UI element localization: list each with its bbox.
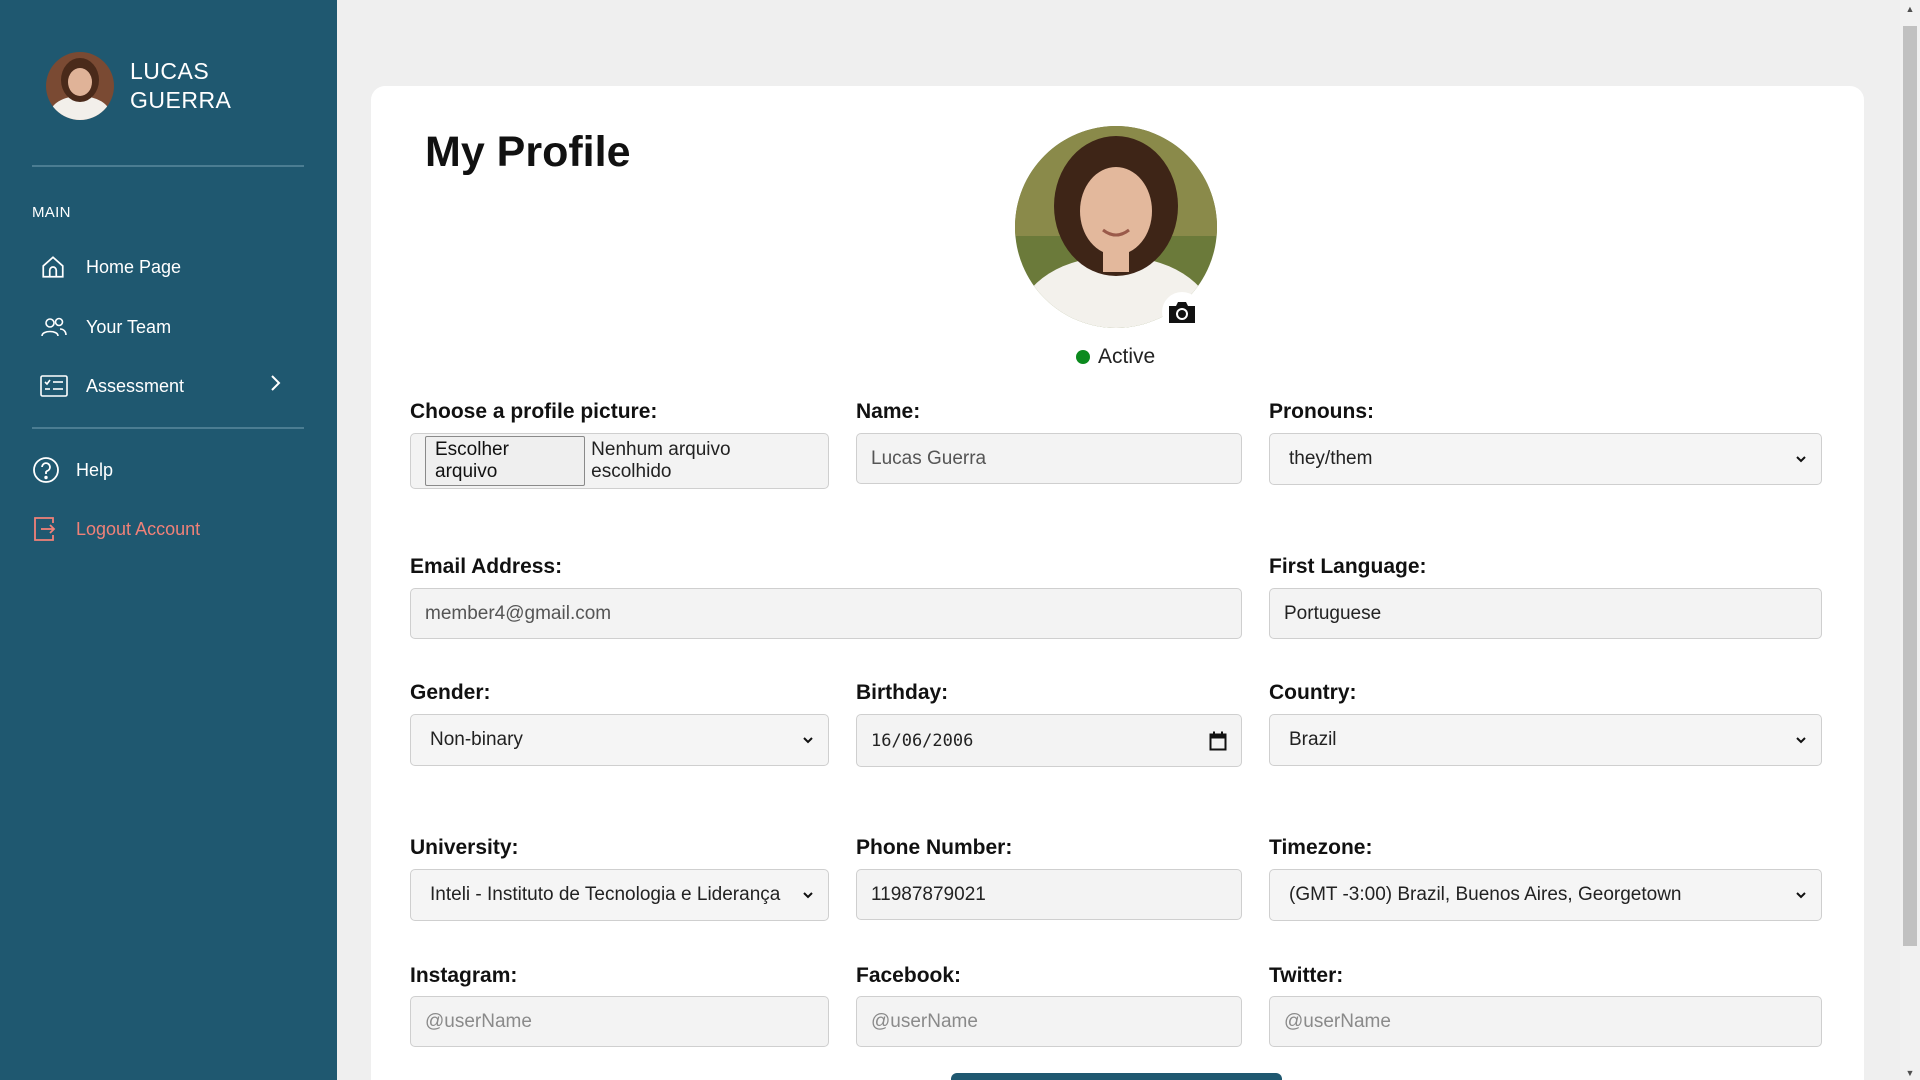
chevron-down-icon [803,892,813,899]
birthday-label: Birthday: [856,681,949,704]
status-text: Active [1098,345,1156,368]
country-value: Brazil [1289,729,1337,750]
timezone-value: (GMT -3:00) Brazil, Buenos Aires, George… [1289,884,1682,905]
assessment-icon [40,372,72,400]
logout-label: Logout Account [76,518,201,539]
twitter-label: Twitter: [1269,964,1344,987]
instagram-label: Instagram: [410,964,518,987]
team-icon [40,313,72,341]
sidebar-item-label: Home Page [86,256,182,277]
sidebar-item-team[interactable]: Your Team [40,313,290,341]
university-label: University: [410,836,519,859]
sidebar-item-help[interactable]: Help [32,456,282,484]
camera-icon[interactable] [1162,292,1202,332]
logout-icon [32,515,64,543]
sidebar-item-label: Your Team [86,316,172,337]
timezone-select[interactable]: (GMT -3:00) Brazil, Buenos Aires, George… [1269,869,1822,921]
pronouns-select[interactable]: they/them [1269,433,1822,485]
pronouns-label: Pronouns: [1269,400,1374,423]
page-title: My Profile [425,128,631,176]
user-name: LUCAS GUERRA [130,58,232,113]
scrollbar[interactable]: ▲ ▼ [1900,0,1920,1080]
first-language-label: First Language: [1269,555,1427,578]
country-label: Country: [1269,681,1357,704]
phone-field[interactable]: 11987879021 [856,869,1242,920]
scroll-down-arrow-icon[interactable]: ▼ [1905,1068,1915,1078]
avatar [46,52,114,120]
sidebar-item-assessment[interactable]: Assessment [40,372,290,400]
gender-label: Gender: [410,681,491,704]
phone-label: Phone Number: [856,836,1013,859]
save-button[interactable] [951,1073,1282,1080]
user-block: LUCAS GUERRA [46,52,240,120]
facebook-field[interactable]: @userName [856,996,1242,1047]
sidebar-item-home[interactable]: Home Page [40,253,290,281]
facebook-label: Facebook: [856,964,962,987]
name-field[interactable]: Lucas Guerra [856,433,1242,484]
email-label: Email Address: [410,555,563,578]
chevron-right-icon [268,372,282,399]
gender-select[interactable]: Non-binary [410,714,829,766]
sidebar: LUCAS GUERRA MAIN Home Page Your Team As… [0,0,337,1080]
file-status: Nenhum arquivo escolhido [591,439,731,482]
chevron-down-icon [803,737,813,744]
sidebar-divider [32,165,304,167]
gender-value: Non-binary [430,729,523,750]
pronouns-value: they/them [1289,448,1373,469]
home-icon [40,253,72,281]
profile-picture-input[interactable]: Escolher arquivo Nenhum arquivo escolhid… [410,433,829,489]
chevron-down-icon [1796,456,1806,463]
timezone-label: Timezone: [1269,836,1373,859]
help-icon [32,456,64,484]
scrollbar-thumb[interactable] [1903,26,1917,946]
name-label: Name: [856,400,921,423]
instagram-field[interactable]: @userName [410,996,829,1047]
twitter-field[interactable]: @userName [1269,996,1822,1047]
birthday-value: 16/06/2006 [871,730,974,751]
chevron-down-icon [1796,737,1806,744]
email-field[interactable]: member4@gmail.com [410,588,1242,639]
section-label-main: MAIN [32,204,71,221]
sidebar-divider [32,427,304,429]
status-dot [1076,350,1090,364]
profile-picture-label: Choose a profile picture: [410,400,658,423]
university-value: Inteli - Instituto de Tecnologia e Lider… [430,884,781,905]
calendar-icon[interactable] [1209,731,1227,751]
chevron-down-icon [1796,892,1806,899]
university-select[interactable]: Inteli - Instituto de Tecnologia e Lider… [410,869,829,921]
choose-file-button[interactable]: Escolher arquivo [425,436,586,486]
help-label: Help [76,459,114,480]
scroll-up-arrow-icon[interactable]: ▲ [1905,4,1915,14]
birthday-field[interactable]: 16/06/2006 [856,714,1242,767]
logout-button[interactable]: Logout Account [32,515,282,543]
country-select[interactable]: Brazil [1269,714,1822,766]
sidebar-item-label: Assessment [86,375,185,396]
status-badge: Active [1076,345,1155,369]
first-language-field[interactable]: Portuguese [1269,588,1822,639]
